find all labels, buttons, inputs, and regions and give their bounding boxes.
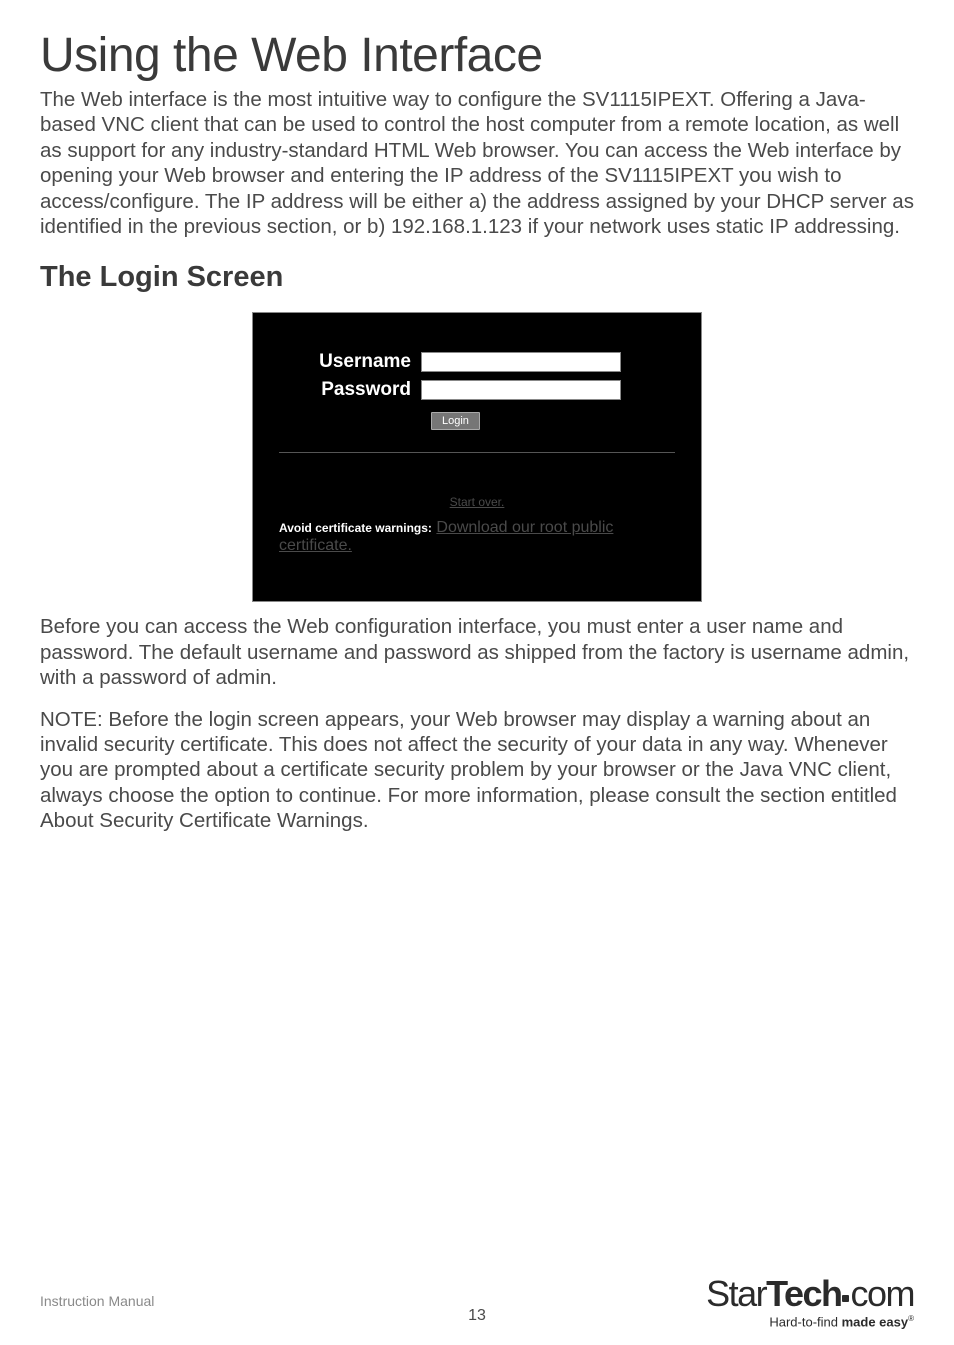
logo-tagline: Hard-to-find made easy® bbox=[706, 1314, 914, 1329]
password-input[interactable] bbox=[421, 380, 621, 400]
password-row: Password bbox=[279, 379, 675, 401]
logo-text: StarTechcom bbox=[706, 1276, 914, 1312]
intro-paragraph: The Web interface is the most intuitive … bbox=[40, 87, 914, 239]
avoid-cert-row: Avoid certificate warnings: Download our… bbox=[279, 519, 675, 555]
logo-dot-icon bbox=[842, 1295, 849, 1302]
username-label: Username bbox=[279, 351, 421, 373]
logo-part-com: com bbox=[850, 1273, 914, 1314]
brand-logo: StarTechcom Hard-to-find made easy® bbox=[706, 1276, 914, 1329]
start-over-link[interactable]: Start over. bbox=[279, 495, 675, 509]
page-title: Using the Web Interface bbox=[40, 28, 914, 83]
tagline-part-a: Hard-to-find bbox=[769, 1314, 841, 1329]
logo-part-star: Star bbox=[706, 1273, 766, 1314]
login-form-box: Username Password Login bbox=[279, 343, 675, 453]
avoid-cert-label: Avoid certificate warnings: bbox=[279, 521, 432, 535]
registered-mark-icon: ® bbox=[908, 1314, 914, 1323]
logo-part-tech: Tech bbox=[766, 1273, 841, 1314]
login-button[interactable]: Login bbox=[431, 412, 480, 430]
tagline-part-b: made easy bbox=[842, 1314, 909, 1329]
page-footer: Instruction Manual 13 StarTechcom Hard-t… bbox=[40, 1293, 914, 1311]
login-screenshot: Username Password Login Start over. Avoi… bbox=[252, 312, 702, 602]
username-input[interactable] bbox=[421, 352, 621, 372]
username-row: Username bbox=[279, 351, 675, 373]
section-heading-login: The Login Screen bbox=[40, 261, 914, 294]
paragraph-credentials: Before you can access the Web configurat… bbox=[40, 614, 914, 690]
paragraph-note: NOTE: Before the login screen appears, y… bbox=[40, 707, 914, 834]
password-label: Password bbox=[279, 379, 421, 401]
login-button-row: Login bbox=[279, 411, 675, 430]
